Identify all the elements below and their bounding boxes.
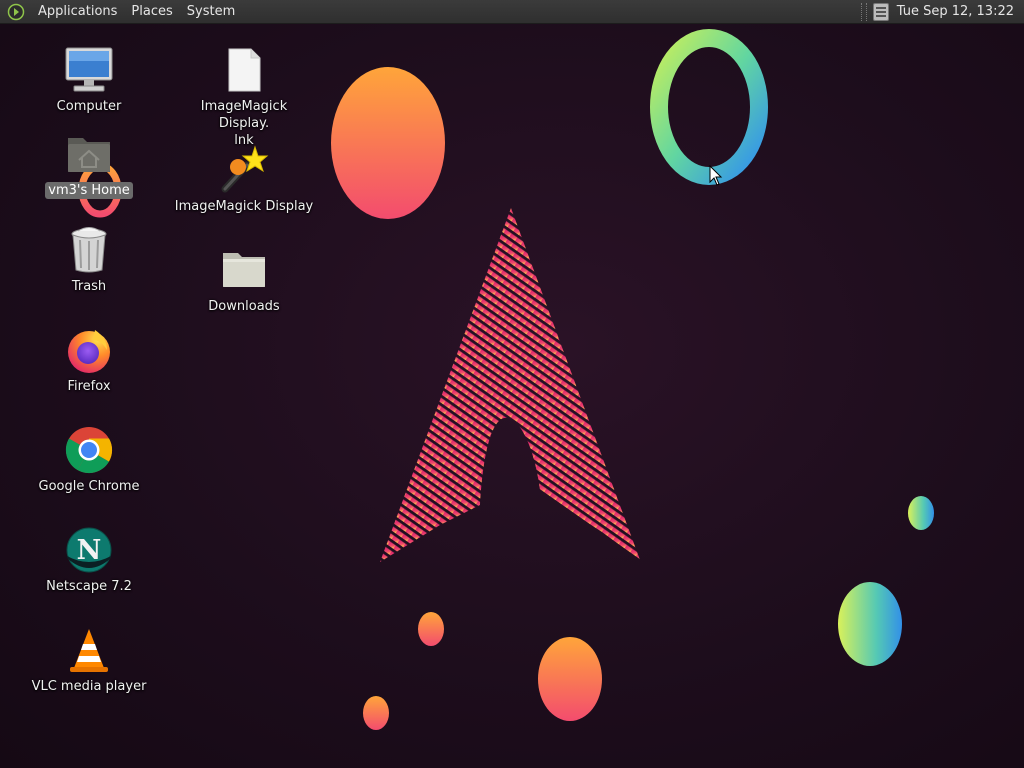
file-icon	[218, 44, 270, 96]
desktop-icon-label: Downloads	[208, 299, 280, 314]
desktop-icon-vlc[interactable]: VLC media player	[14, 624, 164, 695]
netscape-icon: N	[63, 524, 115, 576]
menu-logo-icon[interactable]	[7, 3, 25, 21]
panel-drag-handle[interactable]	[860, 2, 867, 21]
desktop-icon-label: ImageMagick Display	[174, 199, 314, 214]
desktop-icon-label: Computer	[56, 99, 122, 114]
system-menu[interactable]: System	[180, 0, 242, 24]
svg-text:N: N	[77, 535, 102, 566]
desktop-icon-chrome[interactable]: Google Chrome	[14, 424, 164, 495]
gradient-ring	[650, 29, 768, 185]
arch-logo	[380, 208, 640, 562]
places-menu[interactable]: Places	[124, 0, 179, 24]
home-folder-icon	[63, 128, 115, 180]
desktop-icon-label: Google Chrome	[38, 479, 140, 494]
desktop-icon-trash[interactable]: Trash	[14, 224, 164, 295]
chrome-icon	[63, 424, 115, 476]
mouse-pointer-icon	[709, 165, 723, 186]
desktop-icon-label: VLC media player	[31, 679, 147, 694]
imagemagick-icon	[218, 144, 270, 196]
desktop-icon-label: Firefox	[67, 379, 111, 394]
firefox-icon	[63, 324, 115, 376]
clock[interactable]: Tue Sep 12, 13:22	[897, 4, 1024, 19]
desktop-icon-imagemagick[interactable]: ImageMagick Display	[169, 144, 319, 215]
desktop-icon-firefox[interactable]: Firefox	[14, 324, 164, 395]
desktop-icon-label: Netscape 7.2	[46, 579, 132, 594]
vlc-icon	[63, 624, 115, 676]
applications-menu[interactable]: Applications	[31, 0, 124, 24]
orange-ellipse	[331, 67, 445, 219]
desktop-icon-computer[interactable]: Computer	[14, 44, 164, 115]
orange-ball	[538, 637, 602, 721]
computer-icon	[63, 44, 115, 96]
top-panel: Applications Places System Tue Sep 12, 1…	[0, 0, 1024, 24]
desktop-icon-downloads[interactable]: Downloads	[169, 244, 319, 315]
orange-ball	[363, 696, 389, 730]
desktop-icon-netscape[interactable]: N Netscape 7.2	[14, 524, 164, 595]
folder-icon	[218, 244, 270, 296]
desktop: Applications Places System Tue Sep 12, 1…	[0, 0, 1024, 768]
desktop-icon-label: ImageMagick Display. lnk	[200, 99, 288, 148]
blue-ball	[908, 496, 934, 530]
desktop-icon-label: vm3's Home	[45, 182, 133, 199]
orange-ball	[418, 612, 444, 646]
desktop-icon-home[interactable]: vm3's Home	[14, 128, 164, 199]
trash-icon	[63, 224, 115, 276]
desktop-icon-label: Trash	[71, 279, 107, 294]
desktop-icon-imagemagick-lnk[interactable]: ImageMagick Display. lnk	[169, 44, 319, 149]
network-status-icon[interactable]	[872, 2, 889, 21]
blue-ball	[838, 582, 902, 666]
